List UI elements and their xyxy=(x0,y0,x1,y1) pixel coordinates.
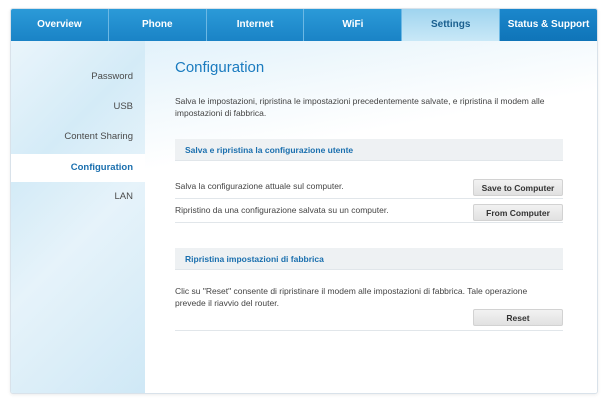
tab-overview[interactable]: Overview xyxy=(11,9,109,41)
page-description: Salva le impostazioni, ripristina le imp… xyxy=(175,96,545,118)
main-content: Configuration Salva le impostazioni, rip… xyxy=(145,41,597,393)
page-title: Configuration xyxy=(175,59,265,76)
sidebar-item-usb[interactable]: USB xyxy=(11,93,145,121)
factory-reset-row: Clic su "Reset" consente di ripristinare… xyxy=(175,281,563,331)
sidebar-item-configuration[interactable]: Configuration xyxy=(11,154,145,182)
restore-config-row: Ripristino da una configurazione salvata… xyxy=(175,199,563,223)
sidebar-item-content-sharing[interactable]: Content Sharing xyxy=(11,123,145,151)
tab-internet[interactable]: Internet xyxy=(206,9,305,41)
sidebar-item-password[interactable]: Password xyxy=(11,63,145,91)
save-config-row: Salva la configurazione attuale sul comp… xyxy=(175,175,563,199)
save-to-computer-button[interactable]: Save to Computer xyxy=(473,179,563,196)
factory-reset-text: Clic su "Reset" consente di ripristinare… xyxy=(175,286,528,308)
tab-settings[interactable]: Settings xyxy=(402,9,501,41)
from-computer-button[interactable]: From Computer xyxy=(473,204,563,221)
tab-wifi[interactable]: WiFi xyxy=(304,9,403,41)
section-header-backup: Salva e ripristina la configurazione ute… xyxy=(175,139,563,161)
save-config-text: Salva la configurazione attuale sul comp… xyxy=(175,181,344,191)
section-header-factory-reset: Ripristina impostazioni di fabbrica xyxy=(175,248,563,270)
reset-button[interactable]: Reset xyxy=(473,309,563,326)
restore-config-text: Ripristino da una configurazione salvata… xyxy=(175,205,389,215)
top-navigation: Overview Phone Internet WiFi Settings St… xyxy=(11,9,597,41)
tab-status-support[interactable]: Status & Support xyxy=(500,9,597,41)
sidebar: Password USB Content Sharing Configurati… xyxy=(11,41,145,393)
sidebar-item-lan[interactable]: LAN xyxy=(11,183,145,211)
router-admin-window: Overview Phone Internet WiFi Settings St… xyxy=(10,8,598,394)
tab-phone[interactable]: Phone xyxy=(108,9,207,41)
